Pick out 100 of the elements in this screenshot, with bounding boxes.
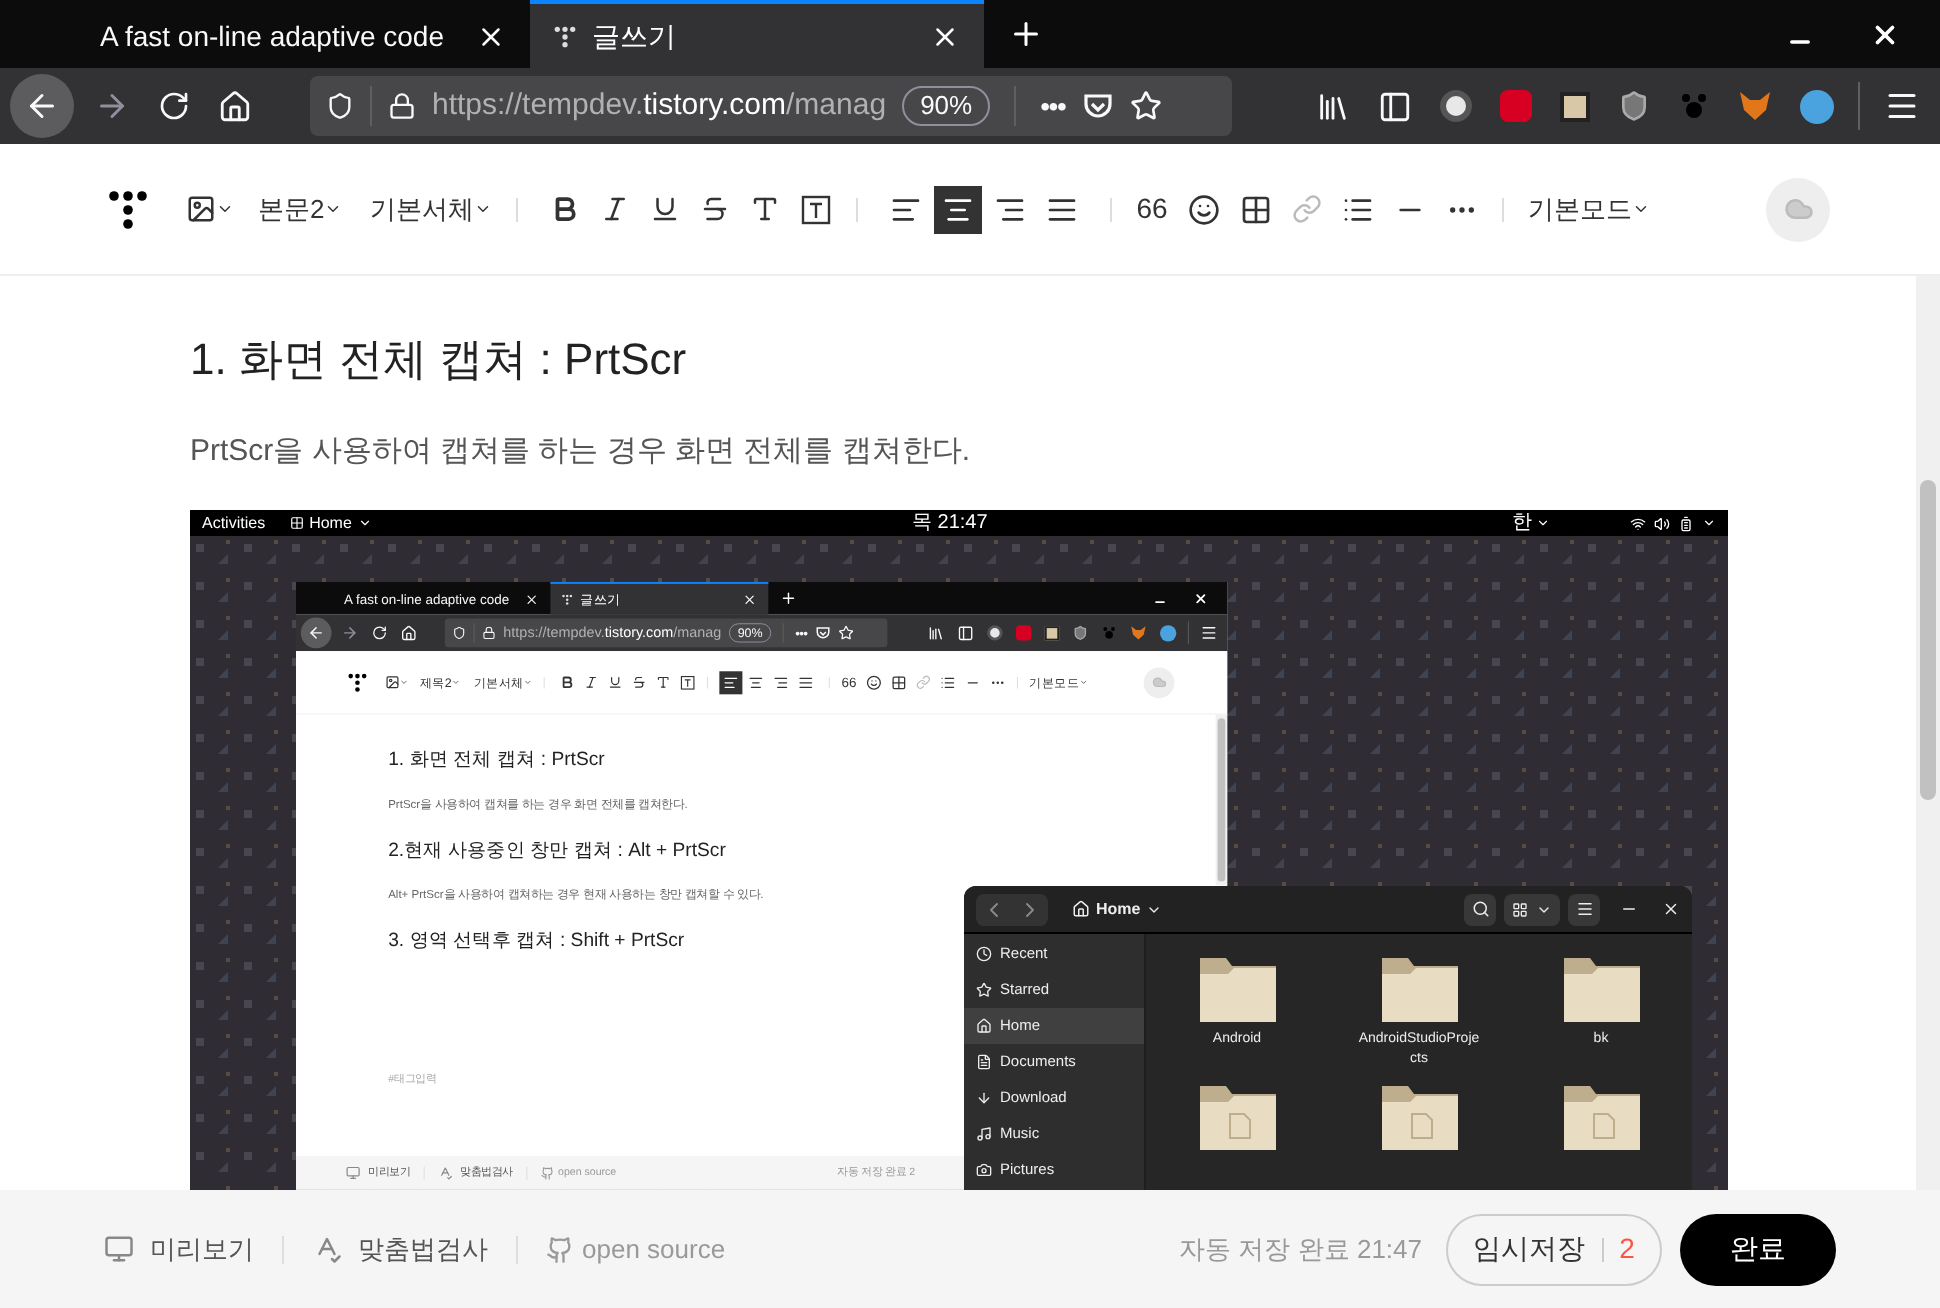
font-dropdown[interactable]: 기본서체 xyxy=(370,189,493,229)
back-button[interactable] xyxy=(10,74,74,138)
autosave-status: 자동 저장 완료 21:47 xyxy=(1179,1231,1422,1268)
back-button[interactable] xyxy=(300,617,332,649)
spellcheck-button[interactable]: 맞춤법검사 xyxy=(312,1229,488,1269)
list-icon[interactable] xyxy=(1341,193,1374,225)
emoji-icon[interactable] xyxy=(1187,193,1220,225)
caret-icon[interactable] xyxy=(1702,516,1716,530)
extension-icon[interactable] xyxy=(1560,91,1590,121)
bookmark-star-icon[interactable] xyxy=(1129,90,1162,122)
folder-icon[interactable] xyxy=(1379,954,1459,1026)
activities-button[interactable]: Activities xyxy=(202,511,266,535)
fox-icon[interactable] xyxy=(1130,625,1147,641)
extension-icon[interactable] xyxy=(1160,624,1177,642)
folder-icon[interactable] xyxy=(1379,1082,1459,1154)
tistory-logo-icon[interactable] xyxy=(554,25,576,47)
scrollbar[interactable] xyxy=(1916,276,1940,1190)
publish-button[interactable]: 완료 xyxy=(1680,1213,1836,1285)
menu-icon xyxy=(1575,900,1593,918)
folder-icon[interactable] xyxy=(1197,954,1277,1026)
strikethrough-icon[interactable] xyxy=(700,194,731,224)
align-icon xyxy=(1046,193,1079,225)
volume-icon xyxy=(1654,515,1670,531)
shield-icon[interactable] xyxy=(1618,90,1650,122)
app-menu[interactable]: Home xyxy=(289,511,372,535)
italic-icon[interactable] xyxy=(600,194,631,224)
folder-icon[interactable] xyxy=(1561,954,1641,1026)
home-icon xyxy=(1072,900,1090,918)
url-text: https://tempdev.tistory.com/manag xyxy=(432,85,887,126)
new-tab-icon[interactable] xyxy=(1008,16,1044,52)
tistory-logo-icon[interactable] xyxy=(108,189,148,229)
input-method-indicator[interactable]: 한 xyxy=(1512,513,1550,533)
paragraph-style-dropdown[interactable]: 본문2 xyxy=(258,189,343,229)
shield-icon xyxy=(326,92,354,120)
sidebar-icon[interactable] xyxy=(957,624,974,642)
shield-icon[interactable] xyxy=(1072,625,1088,641)
folder-icon[interactable] xyxy=(1561,1082,1641,1154)
home-icon[interactable] xyxy=(400,624,417,642)
home-icon[interactable] xyxy=(218,89,252,123)
place-icon xyxy=(976,1162,992,1178)
tab-title: A fast on-line adaptive code xyxy=(100,17,445,56)
quote-button[interactable]: 66 xyxy=(1136,188,1168,230)
library-icon[interactable] xyxy=(1316,89,1350,123)
heading: 1. 화면 전체 캡쳐 : PrtScr xyxy=(190,332,689,388)
browser-tab[interactable]: 글쓰기 xyxy=(530,0,984,68)
forward-icon[interactable] xyxy=(341,624,359,642)
new-tab-icon[interactable] xyxy=(779,589,798,607)
caret-icon xyxy=(1536,516,1550,530)
location-button[interactable]: Home xyxy=(1072,897,1163,921)
preview-button[interactable]: 미리보기 xyxy=(104,1229,254,1269)
menu-icon[interactable] xyxy=(1884,88,1920,124)
place-icon xyxy=(976,1090,992,1106)
page-actions-button[interactable]: ••• xyxy=(1040,85,1066,127)
reload-icon[interactable] xyxy=(158,90,190,122)
tistory-logo-icon[interactable] xyxy=(347,672,368,692)
lock-icon xyxy=(388,92,416,120)
back-arrow-icon xyxy=(307,624,325,642)
tistory-logo-icon[interactable] xyxy=(561,594,573,605)
heading: 1. 화면 전체 캡쳐 : PrtScr xyxy=(388,747,605,774)
extension-icon[interactable] xyxy=(1440,90,1472,122)
battery-icon xyxy=(1678,515,1694,531)
image-button[interactable] xyxy=(186,194,234,224)
pocket-icon[interactable] xyxy=(1081,90,1114,122)
align-button[interactable] xyxy=(719,670,743,694)
underline-icon[interactable] xyxy=(650,194,681,224)
menu-button[interactable] xyxy=(1568,893,1600,925)
mode-dropdown[interactable]: 기본모드 xyxy=(1527,189,1650,229)
minimize-icon[interactable] xyxy=(1153,595,1167,609)
cloud-icon xyxy=(1783,194,1813,224)
tab-title: 글쓰기 xyxy=(592,17,676,55)
sidebar-icon[interactable] xyxy=(1378,89,1412,123)
table-icon[interactable] xyxy=(1239,193,1272,225)
clock: 목 21:47 xyxy=(912,513,988,533)
zoom-level[interactable]: 90% xyxy=(902,86,991,126)
align-button[interactable] xyxy=(934,185,983,233)
scrollbar[interactable] xyxy=(1215,714,1228,886)
bold-icon[interactable] xyxy=(550,194,581,224)
bold-icon[interactable] xyxy=(560,675,575,690)
text-background-icon[interactable] xyxy=(800,193,833,225)
place-icon xyxy=(976,1018,992,1034)
fox-icon[interactable] xyxy=(1738,90,1772,122)
view-button[interactable] xyxy=(1504,893,1560,925)
image-icon xyxy=(186,194,216,224)
browser-tab[interactable]: A fast on-line adaptive code xyxy=(76,0,530,68)
github-icon xyxy=(546,1235,574,1263)
close-icon[interactable] xyxy=(1662,900,1680,918)
library-icon[interactable] xyxy=(927,624,944,642)
folder-icon[interactable] xyxy=(1197,1082,1277,1154)
address-bar[interactable]: https://tempdev.tistory.com/manag 90% ••• xyxy=(310,76,1232,136)
caret-icon xyxy=(474,200,493,218)
text-color-icon[interactable] xyxy=(750,194,781,224)
forward-icon[interactable] xyxy=(94,88,130,124)
search-button[interactable] xyxy=(1464,893,1496,925)
menu-icon[interactable] xyxy=(1200,624,1218,642)
draft-button[interactable]: 임시저장 2 xyxy=(1446,1213,1662,1285)
back-forward-buttons[interactable] xyxy=(976,893,1048,925)
grid-view-icon xyxy=(1512,901,1528,917)
paragraph: PrtScr을 사용하여 캡쳐를 하는 경우 화면 전체를 캡쳐한다. xyxy=(190,432,973,472)
pocket-icon[interactable] xyxy=(815,625,831,641)
extension-icon[interactable] xyxy=(1800,89,1834,123)
